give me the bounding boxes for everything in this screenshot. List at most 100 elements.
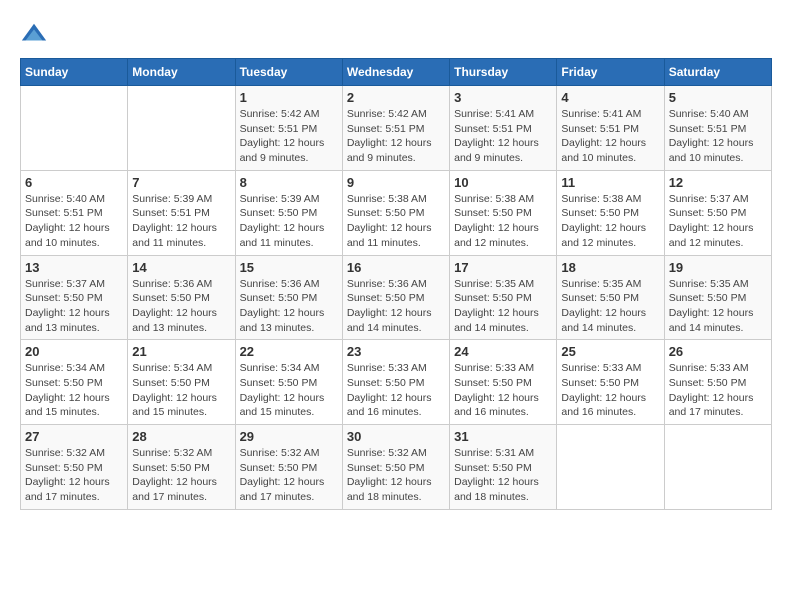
day-number: 30 xyxy=(347,429,445,444)
calendar-cell: 28Sunrise: 5:32 AM Sunset: 5:50 PM Dayli… xyxy=(128,425,235,510)
header-cell-friday: Friday xyxy=(557,59,664,86)
day-info: Sunrise: 5:35 AM Sunset: 5:50 PM Dayligh… xyxy=(454,277,552,336)
day-number: 31 xyxy=(454,429,552,444)
day-info: Sunrise: 5:32 AM Sunset: 5:50 PM Dayligh… xyxy=(240,446,338,505)
day-info: Sunrise: 5:34 AM Sunset: 5:50 PM Dayligh… xyxy=(240,361,338,420)
calendar-cell: 17 Sunrise: 5:35 AM Sunset: 5:50 PM Dayli… xyxy=(450,255,557,340)
calendar-cell: 6 Sunrise: 5:40 AM Sunset: 5:51 PM Daylig… xyxy=(21,170,128,255)
calendar-cell: 31 Sunrise: 5:31 AM Sunset: 5:50 PM Dayli… xyxy=(450,425,557,510)
calendar-cell: 7 Sunrise: 5:39 AM Sunset: 5:51 PM Daylig… xyxy=(128,170,235,255)
calendar-cell: 23 Sunrise: 5:33 AM Sunset: 5:50 PM Dayli… xyxy=(342,340,449,425)
calendar-cell: 2 Sunrise: 5:42 AM Sunset: 5:51 PM Daylig… xyxy=(342,86,449,171)
calendar-cell: 15Sunrise: 5:36 AM Sunset: 5:50 PM Dayli… xyxy=(235,255,342,340)
day-number: 20 xyxy=(25,344,123,359)
day-info: Sunrise: 5:33 AM Sunset: 5:50 PM Dayligh… xyxy=(454,361,552,420)
calendar-cell: 24 Sunrise: 5:33 AM Sunset: 5:50 PM Dayli… xyxy=(450,340,557,425)
header-cell-monday: Monday xyxy=(128,59,235,86)
header-cell-tuesday: Tuesday xyxy=(235,59,342,86)
day-number: 7 xyxy=(132,175,230,190)
calendar-week-3: 13 Sunrise: 5:37 AM Sunset: 5:50 PM Dayli… xyxy=(21,255,772,340)
calendar-cell: 20 Sunrise: 5:34 AM Sunset: 5:50 PM Dayli… xyxy=(21,340,128,425)
calendar-cell: 13 Sunrise: 5:37 AM Sunset: 5:50 PM Dayli… xyxy=(21,255,128,340)
day-number: 26 xyxy=(669,344,767,359)
day-info: Sunrise: 5:33 AM Sunset: 5:50 PM Dayligh… xyxy=(669,361,767,420)
day-info: Sunrise: 5:36 AM Sunset: 5:50 PM Dayligh… xyxy=(132,277,230,336)
day-info: Sunrise: 5:32 AM Sunset: 5:50 PM Dayligh… xyxy=(132,446,230,505)
day-number: 2 xyxy=(347,90,445,105)
day-info: Sunrise: 5:32 AM Sunset: 5:50 PM Dayligh… xyxy=(347,446,445,505)
calendar-body: 1 Sunrise: 5:42 AM Sunset: 5:51 PM Daylig… xyxy=(21,86,772,510)
day-info: Sunrise: 5:41 AM Sunset: 5:51 PM Dayligh… xyxy=(454,107,552,166)
calendar-header: SundayMondayTuesdayWednesdayThursdayFrid… xyxy=(21,59,772,86)
day-info: Sunrise: 5:38 AM Sunset: 5:50 PM Dayligh… xyxy=(454,192,552,251)
calendar-cell: 1 Sunrise: 5:42 AM Sunset: 5:51 PM Daylig… xyxy=(235,86,342,171)
day-info: Sunrise: 5:35 AM Sunset: 5:50 PM Dayligh… xyxy=(561,277,659,336)
day-info: Sunrise: 5:31 AM Sunset: 5:50 PM Dayligh… xyxy=(454,446,552,505)
calendar-cell: 21 Sunrise: 5:34 AM Sunset: 5:50 PM Dayli… xyxy=(128,340,235,425)
day-number: 17 xyxy=(454,260,552,275)
header-cell-saturday: Saturday xyxy=(664,59,771,86)
day-info: Sunrise: 5:40 AM Sunset: 5:51 PM Dayligh… xyxy=(25,192,123,251)
day-info: Sunrise: 5:39 AM Sunset: 5:51 PM Dayligh… xyxy=(132,192,230,251)
day-info: Sunrise: 5:33 AM Sunset: 5:50 PM Dayligh… xyxy=(561,361,659,420)
calendar-cell: 26 Sunrise: 5:33 AM Sunset: 5:50 PM Dayli… xyxy=(664,340,771,425)
calendar-table: SundayMondayTuesdayWednesdayThursdayFrid… xyxy=(20,58,772,510)
day-number: 29 xyxy=(240,429,338,444)
calendar-cell: 27 Sunrise: 5:32 AM Sunset: 5:50 PM Dayli… xyxy=(21,425,128,510)
day-info: Sunrise: 5:38 AM Sunset: 5:50 PM Dayligh… xyxy=(347,192,445,251)
calendar-cell: 8Sunrise: 5:39 AM Sunset: 5:50 PM Daylig… xyxy=(235,170,342,255)
day-number: 25 xyxy=(561,344,659,359)
calendar-week-5: 27 Sunrise: 5:32 AM Sunset: 5:50 PM Dayli… xyxy=(21,425,772,510)
day-number: 16 xyxy=(347,260,445,275)
day-info: Sunrise: 5:35 AM Sunset: 5:50 PM Dayligh… xyxy=(669,277,767,336)
day-number: 1 xyxy=(240,90,338,105)
calendar-cell: 9Sunrise: 5:38 AM Sunset: 5:50 PM Daylig… xyxy=(342,170,449,255)
calendar-cell: 5Sunrise: 5:40 AM Sunset: 5:51 PM Daylig… xyxy=(664,86,771,171)
calendar-cell: 14 Sunrise: 5:36 AM Sunset: 5:50 PM Dayli… xyxy=(128,255,235,340)
day-number: 27 xyxy=(25,429,123,444)
header-cell-wednesday: Wednesday xyxy=(342,59,449,86)
header-cell-thursday: Thursday xyxy=(450,59,557,86)
calendar-cell: 29 Sunrise: 5:32 AM Sunset: 5:50 PM Dayli… xyxy=(235,425,342,510)
calendar-week-1: 1 Sunrise: 5:42 AM Sunset: 5:51 PM Daylig… xyxy=(21,86,772,171)
day-info: Sunrise: 5:32 AM Sunset: 5:50 PM Dayligh… xyxy=(25,446,123,505)
day-number: 11 xyxy=(561,175,659,190)
day-number: 14 xyxy=(132,260,230,275)
calendar-week-4: 20 Sunrise: 5:34 AM Sunset: 5:50 PM Dayli… xyxy=(21,340,772,425)
logo xyxy=(20,20,52,48)
day-number: 18 xyxy=(561,260,659,275)
day-info: Sunrise: 5:42 AM Sunset: 5:51 PM Dayligh… xyxy=(347,107,445,166)
day-number: 24 xyxy=(454,344,552,359)
day-number: 13 xyxy=(25,260,123,275)
calendar-cell: 19Sunrise: 5:35 AM Sunset: 5:50 PM Dayli… xyxy=(664,255,771,340)
day-info: Sunrise: 5:36 AM Sunset: 5:50 PM Dayligh… xyxy=(240,277,338,336)
calendar-cell: 25 Sunrise: 5:33 AM Sunset: 5:50 PM Dayli… xyxy=(557,340,664,425)
calendar-cell: 3Sunrise: 5:41 AM Sunset: 5:51 PM Daylig… xyxy=(450,86,557,171)
day-info: Sunrise: 5:42 AM Sunset: 5:51 PM Dayligh… xyxy=(240,107,338,166)
day-number: 8 xyxy=(240,175,338,190)
header-row: SundayMondayTuesdayWednesdayThursdayFrid… xyxy=(21,59,772,86)
day-info: Sunrise: 5:34 AM Sunset: 5:50 PM Dayligh… xyxy=(25,361,123,420)
day-info: Sunrise: 5:38 AM Sunset: 5:50 PM Dayligh… xyxy=(561,192,659,251)
day-info: Sunrise: 5:41 AM Sunset: 5:51 PM Dayligh… xyxy=(561,107,659,166)
day-info: Sunrise: 5:34 AM Sunset: 5:50 PM Dayligh… xyxy=(132,361,230,420)
day-number: 21 xyxy=(132,344,230,359)
calendar-cell: 18 Sunrise: 5:35 AM Sunset: 5:50 PM Dayli… xyxy=(557,255,664,340)
day-number: 5 xyxy=(669,90,767,105)
calendar-cell: 12 Sunrise: 5:37 AM Sunset: 5:50 PM Dayli… xyxy=(664,170,771,255)
calendar-cell: 4Sunrise: 5:41 AM Sunset: 5:51 PM Daylig… xyxy=(557,86,664,171)
day-info: Sunrise: 5:33 AM Sunset: 5:50 PM Dayligh… xyxy=(347,361,445,420)
calendar-cell: 22Sunrise: 5:34 AM Sunset: 5:50 PM Dayli… xyxy=(235,340,342,425)
calendar-cell xyxy=(664,425,771,510)
day-info: Sunrise: 5:37 AM Sunset: 5:50 PM Dayligh… xyxy=(25,277,123,336)
day-info: Sunrise: 5:36 AM Sunset: 5:50 PM Dayligh… xyxy=(347,277,445,336)
calendar-cell: 16 Sunrise: 5:36 AM Sunset: 5:50 PM Dayli… xyxy=(342,255,449,340)
calendar-cell: 30 Sunrise: 5:32 AM Sunset: 5:50 PM Dayli… xyxy=(342,425,449,510)
header-cell-sunday: Sunday xyxy=(21,59,128,86)
day-number: 6 xyxy=(25,175,123,190)
calendar-week-2: 6 Sunrise: 5:40 AM Sunset: 5:51 PM Daylig… xyxy=(21,170,772,255)
calendar-cell xyxy=(21,86,128,171)
day-number: 12 xyxy=(669,175,767,190)
day-number: 23 xyxy=(347,344,445,359)
day-info: Sunrise: 5:37 AM Sunset: 5:50 PM Dayligh… xyxy=(669,192,767,251)
